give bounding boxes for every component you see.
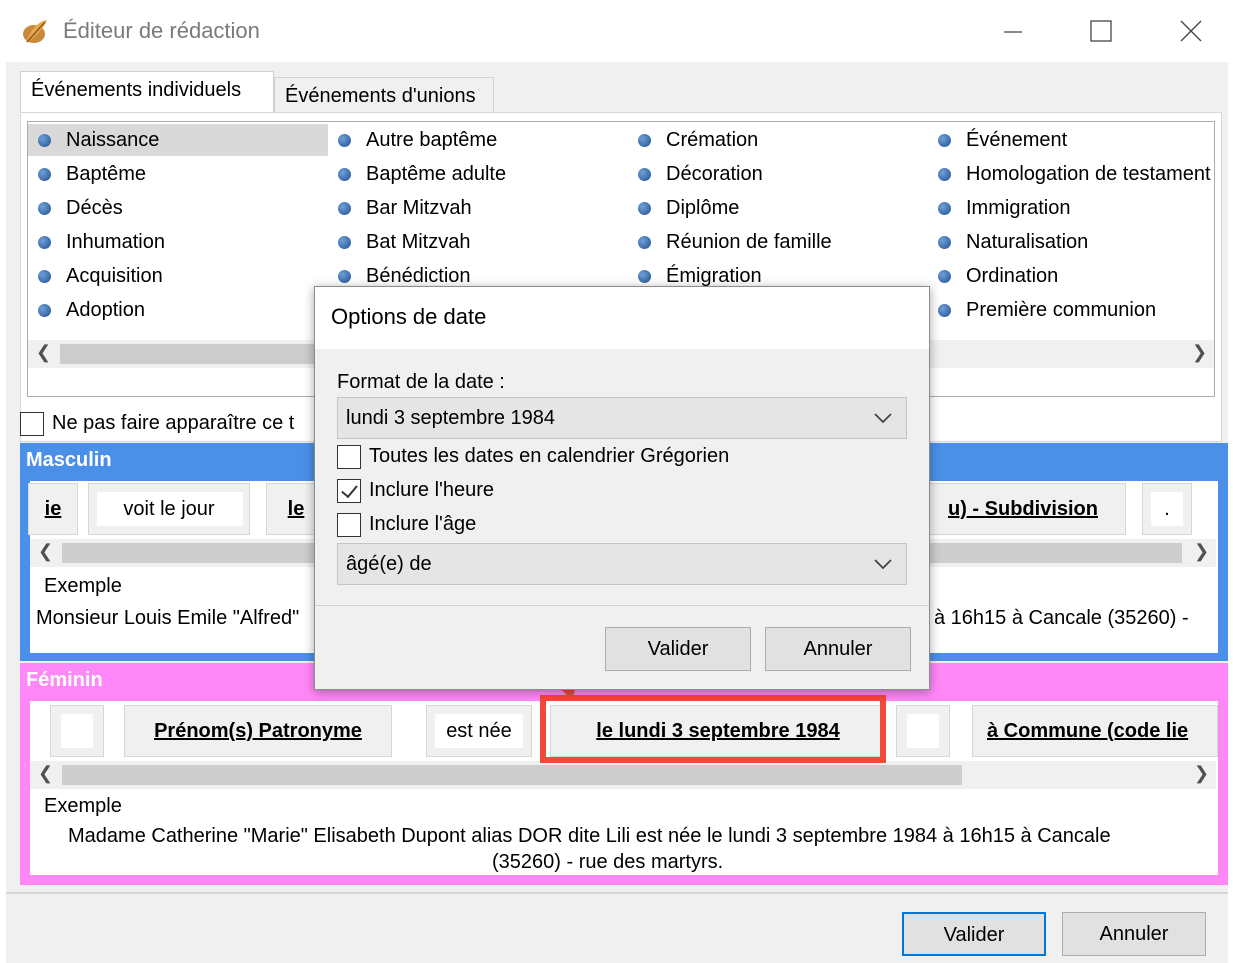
close-icon[interactable] xyxy=(1168,12,1214,50)
feminin-title: Féminin xyxy=(26,669,103,691)
scroll-left-icon[interactable]: ❮ xyxy=(36,342,51,363)
scroll-right-icon[interactable]: ❯ xyxy=(1192,342,1207,363)
bullet-icon xyxy=(338,134,351,147)
age-format-select[interactable]: âgé(e) de xyxy=(337,543,907,585)
event-item[interactable]: Naissance xyxy=(28,124,328,156)
event-item[interactable]: Événement xyxy=(928,124,1214,156)
event-item[interactable]: Naturalisation xyxy=(928,226,1214,258)
scroll-left-icon[interactable]: ❮ xyxy=(38,763,53,784)
chevron-down-icon xyxy=(874,413,892,424)
token-name[interactable]: Prénom(s) Patronyme xyxy=(124,705,392,757)
example-label: Exemple xyxy=(44,795,122,817)
date-format-select[interactable]: lundi 3 septembre 1984 xyxy=(337,397,907,439)
dialog-ok-button[interactable]: Valider xyxy=(605,627,751,671)
bullet-icon xyxy=(938,304,951,317)
tab-union-events[interactable]: Événements d'unions xyxy=(274,77,494,113)
include-time-checkbox[interactable] xyxy=(337,479,361,503)
token-separator[interactable] xyxy=(896,705,950,757)
event-item[interactable]: Diplôme xyxy=(628,192,928,224)
event-item[interactable]: Autre baptême xyxy=(328,124,628,156)
example-label: Exemple xyxy=(44,575,122,597)
feminin-scrollbar[interactable]: ❮ ❯ xyxy=(30,761,1216,789)
bullet-icon xyxy=(38,236,51,249)
event-item[interactable]: Bar Mitzvah xyxy=(328,192,628,224)
highlight-box xyxy=(540,695,886,763)
chevron-down-icon xyxy=(874,559,892,570)
event-item[interactable]: Crémation xyxy=(628,124,928,156)
example-text-line1: Madame Catherine "Marie" Elisabeth Dupon… xyxy=(68,825,1111,847)
maximize-icon[interactable] xyxy=(1078,12,1124,50)
dialog-cancel-button[interactable]: Annuler xyxy=(765,627,911,671)
example-text-line2: (35260) - rue des martyrs. xyxy=(492,851,724,873)
event-item[interactable]: Ordination xyxy=(928,260,1214,292)
scrollbar-thumb[interactable] xyxy=(62,765,962,785)
hide-event-label: Ne pas faire apparaître ce t xyxy=(52,412,295,434)
bullet-icon xyxy=(938,202,951,215)
dialog-header: Options de date xyxy=(315,287,929,349)
event-item[interactable]: Inhumation xyxy=(28,226,328,258)
bullet-icon xyxy=(338,202,351,215)
token-name[interactable]: ie xyxy=(28,483,78,535)
token-prefix[interactable] xyxy=(50,705,104,757)
event-item[interactable]: Décès xyxy=(28,192,328,224)
dialog-title: Options de date xyxy=(331,304,487,329)
scroll-right-icon[interactable]: ❯ xyxy=(1194,541,1209,562)
bullet-icon xyxy=(638,134,651,147)
bullet-icon xyxy=(638,236,651,249)
event-item[interactable]: Baptême adulte xyxy=(328,158,628,190)
include-time-label: Inclure l'heure xyxy=(369,479,494,501)
hide-event-checkbox[interactable] xyxy=(20,412,44,436)
bullet-icon xyxy=(638,202,651,215)
title-bar: Éditeur de rédaction xyxy=(0,0,1233,62)
token-verb[interactable]: est née xyxy=(426,705,532,757)
cancel-button[interactable]: Annuler xyxy=(1062,912,1206,956)
app-feather-icon xyxy=(23,20,47,43)
ok-button[interactable]: Valider xyxy=(902,912,1046,956)
date-options-dialog: Options de date Format de la date : lund… xyxy=(314,286,930,690)
event-item[interactable]: Baptême xyxy=(28,158,328,190)
example-text-left: Monsieur Louis Emile "Alfred" xyxy=(36,607,300,629)
event-item[interactable]: Acquisition xyxy=(28,260,328,292)
dialog-divider xyxy=(315,605,929,606)
bullet-icon xyxy=(338,236,351,249)
bullet-icon xyxy=(938,134,951,147)
bullet-icon xyxy=(38,270,51,283)
bullet-icon xyxy=(338,270,351,283)
bullet-icon xyxy=(338,168,351,181)
bullet-icon xyxy=(938,236,951,249)
event-item[interactable]: Immigration xyxy=(928,192,1214,224)
bullet-icon xyxy=(938,270,951,283)
include-age-label: Inclure l'âge xyxy=(369,513,477,535)
tab-individual-events[interactable]: Événements individuels xyxy=(20,71,274,113)
gregorian-label: Toutes les dates en calendrier Grégorien xyxy=(369,445,730,467)
bullet-icon xyxy=(38,202,51,215)
event-item[interactable]: Décoration xyxy=(628,158,928,190)
token-verb[interactable]: voit le jour xyxy=(88,483,250,535)
scroll-left-icon[interactable]: ❮ xyxy=(38,541,53,562)
event-item[interactable]: Première communion xyxy=(928,294,1214,326)
bullet-icon xyxy=(638,168,651,181)
gregorian-checkbox[interactable] xyxy=(337,445,361,469)
event-item[interactable]: Homologation de testament xyxy=(928,158,1214,190)
example-text-right: à 16h15 à Cancale (35260) - xyxy=(934,607,1189,629)
event-item[interactable]: Adoption xyxy=(28,294,328,326)
token-end[interactable]: . xyxy=(1142,483,1192,535)
minimize-icon[interactable] xyxy=(990,12,1036,50)
bullet-icon xyxy=(638,270,651,283)
footer-divider xyxy=(6,892,1228,894)
token-place[interactable]: u) - Subdivision xyxy=(920,483,1126,535)
format-label: Format de la date : xyxy=(337,371,505,393)
bullet-icon xyxy=(38,304,51,317)
window-title: Éditeur de rédaction xyxy=(63,18,260,43)
event-item[interactable]: Réunion de famille xyxy=(628,226,928,258)
scroll-right-icon[interactable]: ❯ xyxy=(1194,763,1209,784)
scrollbar-thumb[interactable] xyxy=(60,344,320,364)
event-item[interactable]: Bat Mitzvah xyxy=(328,226,628,258)
bullet-icon xyxy=(38,168,51,181)
masculin-title: Masculin xyxy=(26,449,112,471)
bullet-icon xyxy=(938,168,951,181)
bullet-icon xyxy=(38,134,51,147)
include-age-checkbox[interactable] xyxy=(337,513,361,537)
token-place[interactable]: à Commune (code lie xyxy=(972,705,1218,757)
